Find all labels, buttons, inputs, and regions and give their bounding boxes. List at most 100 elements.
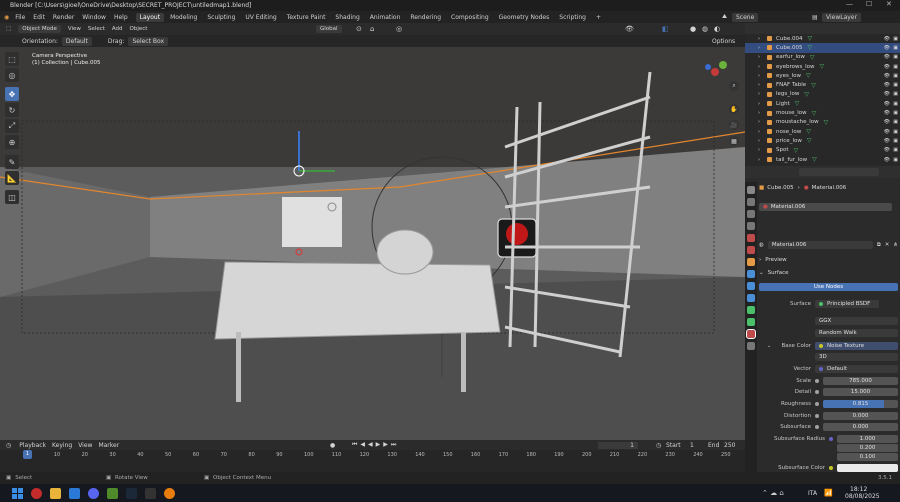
expand-arrow-icon[interactable]: › — [758, 73, 760, 79]
rotate-tool-icon[interactable]: ↻ — [5, 103, 19, 117]
snap-icon[interactable]: ⌂ — [370, 25, 374, 33]
outliner-item[interactable]: › Spot ▽ 👁 ▣ — [745, 146, 900, 155]
render-camera-icon[interactable]: ▣ — [893, 45, 898, 51]
outliner-item[interactable]: › eyes_low ▽ 👁 ▣ — [745, 71, 900, 80]
outliner-item[interactable]: › nose_low ▽ 👁 ▣ — [745, 127, 900, 136]
nav-gizmo-z[interactable] — [705, 64, 711, 70]
render-camera-icon[interactable]: ▣ — [893, 54, 898, 60]
add-workspace-button[interactable]: + — [592, 13, 605, 22]
menu-select[interactable]: Select — [88, 26, 105, 32]
view-layer-selector[interactable]: ViewLayer — [822, 12, 861, 22]
render-camera-icon[interactable]: ▣ — [893, 82, 898, 88]
proportional-edit-icon[interactable]: ◎ — [396, 25, 402, 33]
end-field[interactable]: 250 — [724, 442, 735, 449]
material-slot-item[interactable]: Material.006 — [771, 204, 806, 210]
expand-arrow-icon[interactable]: › — [758, 64, 760, 70]
opera-icon[interactable] — [31, 487, 42, 499]
playback-controls-icon[interactable]: ⏮◀◀▶▶⏭ — [352, 441, 399, 449]
surface-section[interactable]: ⌄ Surface — [759, 268, 898, 278]
tab-uv-editing[interactable]: UV Editing — [241, 13, 280, 22]
tab-render-icon[interactable] — [747, 198, 755, 206]
tab-modeling[interactable]: Modeling — [166, 13, 201, 22]
select-tool-icon[interactable]: ⬚ — [5, 52, 19, 66]
menu-view[interactable]: View — [68, 26, 81, 32]
menu-edit[interactable]: Edit — [33, 14, 45, 21]
menu-render[interactable]: Render — [53, 14, 74, 21]
expand-arrow-icon[interactable]: › — [758, 110, 760, 116]
zoom-icon[interactable]: ⌕ — [729, 81, 739, 91]
eye-icon[interactable]: 👁 — [884, 36, 890, 42]
eye-icon[interactable]: 👁 — [884, 110, 890, 116]
timeline-marker-menu[interactable]: Marker — [98, 442, 119, 449]
expand-arrow-icon[interactable]: › — [758, 54, 760, 60]
tray-icons[interactable]: ⌃ ☁ ⌂ — [762, 489, 784, 497]
noise-dimension-dropdown[interactable]: 3D — [815, 353, 898, 361]
menu-object[interactable]: Object — [130, 26, 148, 32]
move-tool-icon[interactable]: ✥ — [5, 87, 19, 101]
outliner-item[interactable]: › earfur_low ▽ 👁 ▣ — [745, 53, 900, 62]
transform-tool-icon[interactable]: ⊕ — [5, 135, 19, 149]
minimize-icon[interactable]: — — [846, 0, 853, 8]
render-camera-icon[interactable]: ▣ — [893, 110, 898, 116]
file-explorer-icon[interactable] — [50, 487, 61, 499]
preview-section[interactable]: › Preview — [759, 255, 898, 265]
start-field[interactable]: 1 — [690, 442, 694, 449]
properties-search-input[interactable] — [799, 168, 879, 176]
node-tree-icon[interactable]: ⋔ — [893, 242, 898, 248]
expand-arrow-icon[interactable]: › — [758, 82, 760, 88]
subsurface-radius-z[interactable]: 0.100 — [837, 453, 898, 461]
render-camera-icon[interactable]: ▣ — [893, 73, 898, 79]
frame-ruler[interactable]: 0102030405060708090100110120130140150160… — [0, 452, 745, 462]
tab-particles-icon[interactable] — [747, 282, 755, 290]
detail-field[interactable]: 15.000 — [823, 388, 898, 396]
expand-arrow-icon[interactable]: › — [758, 119, 760, 125]
distribution-dropdown[interactable]: GGX — [815, 317, 898, 325]
expand-arrow-icon[interactable]: › — [758, 157, 760, 163]
use-nodes-button[interactable]: Use Nodes — [759, 283, 898, 291]
surface-shader-field[interactable]: Principled BSDF — [827, 301, 870, 307]
expand-arrow-icon[interactable]: › — [758, 101, 760, 107]
close-icon[interactable]: ✕ — [885, 242, 890, 248]
record-icon[interactable]: ● — [330, 442, 335, 449]
expand-icon[interactable]: ⌄ — [767, 343, 771, 349]
editor-type-icon[interactable]: ⬚ — [6, 26, 11, 32]
eye-icon[interactable]: 👁 — [884, 138, 890, 144]
eye-icon[interactable]: 👁 — [884, 45, 890, 51]
eye-icon[interactable]: 👁 — [884, 101, 890, 107]
scale-tool-icon[interactable]: ⤢ — [5, 119, 19, 133]
outliner-item[interactable]: › mouse_low ▽ 👁 ▣ — [745, 108, 900, 117]
material-browse-icon[interactable]: ◍ — [759, 242, 764, 248]
timeline-keying-menu[interactable]: Keying — [52, 442, 72, 449]
tab-modifiers-icon[interactable] — [747, 270, 755, 278]
render-camera-icon[interactable]: ▣ — [893, 36, 898, 42]
expand-arrow-icon[interactable]: › — [758, 138, 760, 144]
eye-icon[interactable]: 👁 — [884, 73, 890, 79]
tab-physics-icon[interactable] — [747, 294, 755, 302]
options-button[interactable]: Options — [712, 38, 735, 45]
render-camera-icon[interactable]: ▣ — [893, 64, 898, 70]
tab-shading[interactable]: Shading — [331, 13, 363, 22]
subsurface-method-dropdown[interactable]: Random Walk — [815, 329, 898, 337]
outliner-item[interactable]: › price_low ▽ 👁 ▣ — [745, 136, 900, 145]
blender-logo-icon[interactable]: ◉ — [4, 14, 9, 21]
blender-taskbar-icon[interactable] — [164, 487, 175, 499]
tab-data-icon[interactable] — [747, 318, 755, 326]
outliner-item[interactable]: › FNAF Table ▽ 👁 ▣ — [745, 80, 900, 89]
menu-add[interactable]: Add — [112, 26, 123, 32]
measure-tool-icon[interactable]: 📐 — [5, 171, 19, 185]
camera-view-icon[interactable]: 🎥 — [729, 120, 739, 130]
outliner-item[interactable]: › legs_low ▽ 👁 ▣ — [745, 90, 900, 99]
scene-render[interactable] — [0, 47, 745, 440]
visibility-icon[interactable]: 👁 — [625, 25, 634, 33]
timeline-playback-menu[interactable]: Playback — [19, 442, 46, 449]
preview-label[interactable]: Preview — [765, 257, 786, 263]
tab-texture-paint[interactable]: Texture Paint — [283, 13, 330, 22]
network-icon[interactable]: 📶 — [824, 489, 833, 497]
render-camera-icon[interactable]: ▣ — [893, 138, 898, 144]
vector-field[interactable]: Default — [827, 366, 847, 372]
outliner-item[interactable]: › Cube.005 ▽ 👁 ▣ — [745, 43, 900, 53]
timeline-view-menu[interactable]: View — [78, 442, 92, 449]
menu-file[interactable]: File — [15, 14, 25, 21]
expand-arrow-icon[interactable]: › — [758, 91, 760, 97]
maximize-icon[interactable]: ☐ — [866, 0, 872, 8]
